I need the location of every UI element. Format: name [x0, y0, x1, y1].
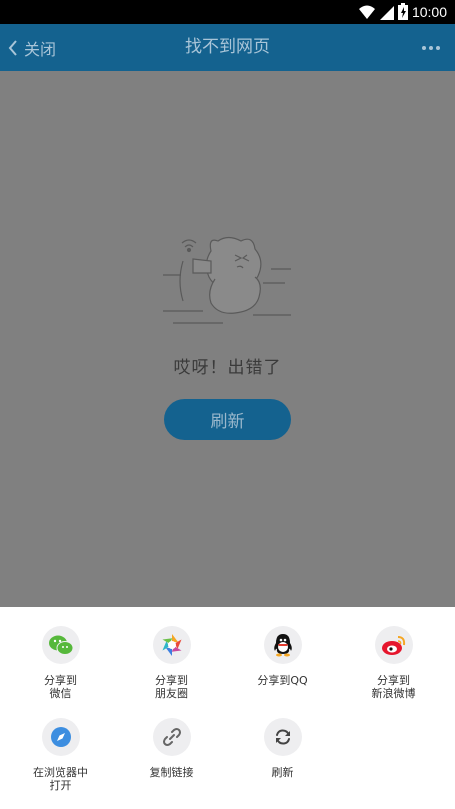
share-qq-button[interactable]: 分享到QQ — [226, 626, 339, 687]
battery-icon — [397, 3, 408, 20]
signal-icon — [379, 5, 394, 20]
wifi-icon — [358, 5, 375, 19]
weibo-icon — [381, 636, 405, 655]
more-button[interactable] — [419, 36, 443, 60]
error-message: 哎呀！出错了 — [173, 358, 282, 378]
share-icon-circle — [41, 718, 80, 756]
share-label: 分享到 微信 — [44, 674, 77, 700]
status-bar: 10:00 — [0, 0, 455, 24]
error-cat-illustration — [163, 236, 291, 324]
more-dot-icon — [429, 46, 433, 50]
page-title: 找不到网页 — [185, 37, 270, 57]
refresh-icon — [275, 729, 290, 745]
close-button[interactable]: 关闭 — [8, 24, 56, 71]
share-icon-circle — [41, 626, 80, 664]
share-label: 复制链接 — [149, 766, 194, 779]
compass-icon — [50, 727, 71, 747]
moments-icon — [161, 634, 182, 656]
share-label: 分享到 朋友圈 — [155, 674, 188, 700]
nav-bar: 关闭 找不到网页 — [0, 24, 455, 71]
share-weibo-button[interactable]: 分享到 新浪微博 — [337, 626, 450, 700]
more-dot-icon — [422, 46, 426, 50]
qq-icon — [273, 634, 292, 657]
share-wechat-button[interactable]: 分享到 微信 — [4, 626, 117, 700]
share-label: 分享到QQ — [257, 674, 308, 687]
wechat-icon — [48, 635, 73, 655]
more-dot-icon — [436, 46, 440, 50]
share-moments-button[interactable]: 分享到 朋友圈 — [115, 626, 228, 700]
share-sheet: 分享到 微信 分享到 朋友圈 分享到QQ 分享到 新浪微博 在浏览器中 打开 复… — [0, 607, 455, 809]
error-page: 哎呀！出错了 刷新 — [0, 71, 455, 607]
share-icon-circle — [152, 626, 191, 664]
share-icon-circle — [263, 626, 302, 664]
refresh-button[interactable]: 刷新 — [164, 399, 291, 440]
sheet-refresh-button[interactable]: 刷新 — [226, 718, 339, 779]
link-icon — [162, 728, 181, 746]
open-in-browser-button[interactable]: 在浏览器中 打开 — [4, 718, 117, 792]
share-icon-circle — [152, 718, 191, 756]
close-label: 关闭 — [24, 39, 57, 59]
share-icon-circle — [263, 718, 302, 756]
share-label: 刷新 — [271, 766, 294, 779]
copy-link-button[interactable]: 复制链接 — [115, 718, 228, 779]
status-time: 10:00 — [411, 3, 447, 20]
status-icons: 10:00 — [358, 3, 447, 20]
share-icon-circle — [374, 626, 413, 664]
chevron-left-icon — [8, 39, 17, 56]
share-label: 分享到 新浪微博 — [371, 674, 416, 700]
share-label: 在浏览器中 打开 — [33, 766, 88, 792]
